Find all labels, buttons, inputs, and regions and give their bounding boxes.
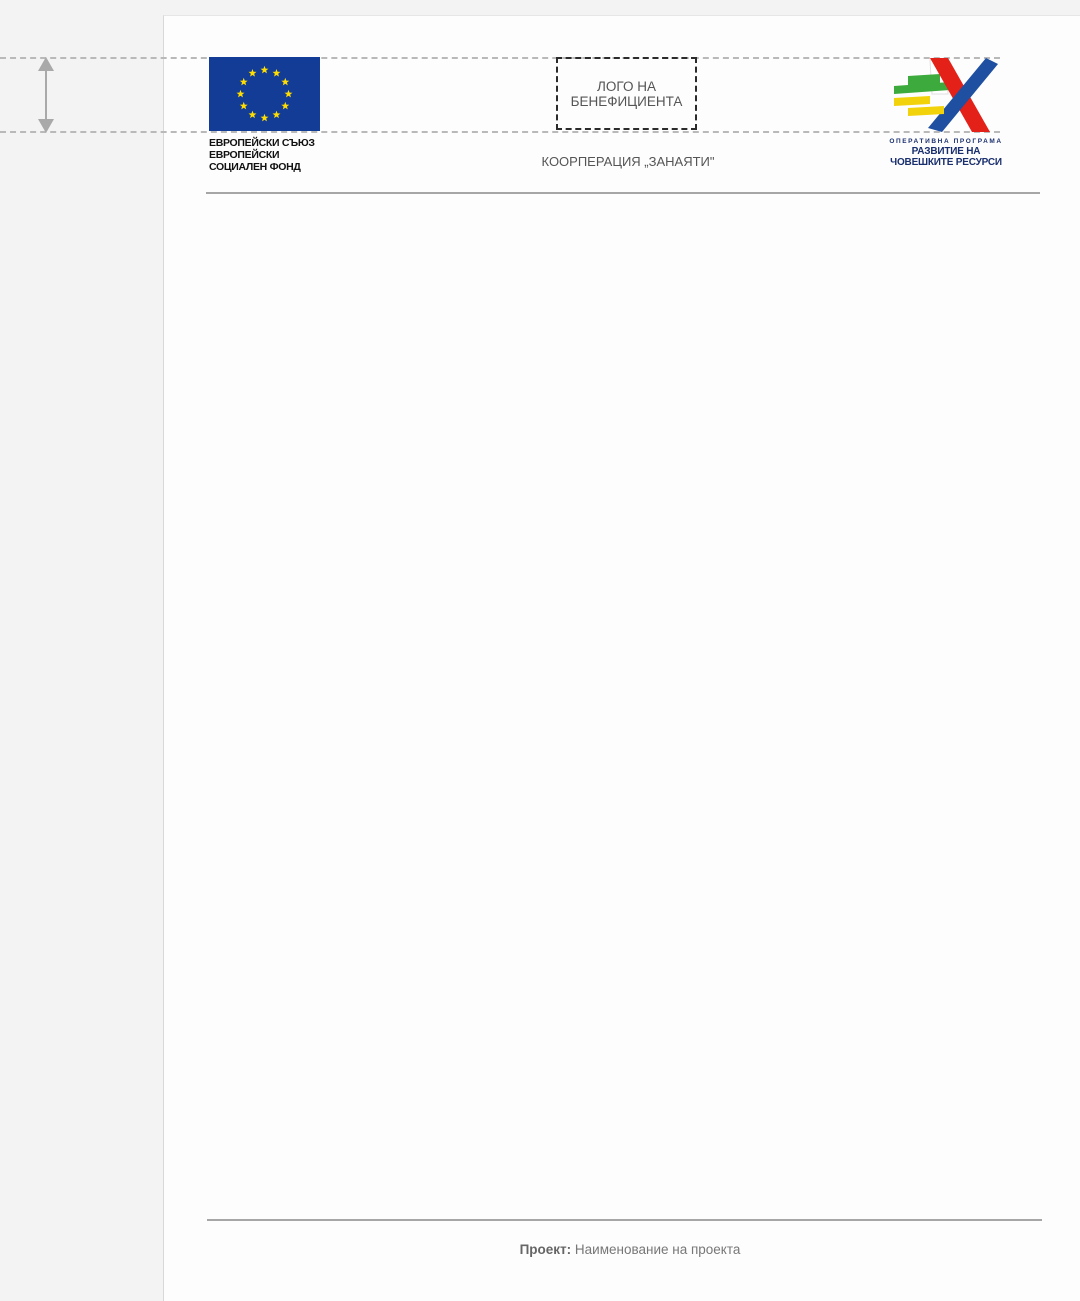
header-margin-guide-top	[0, 57, 1000, 59]
eu-flag-logo	[209, 57, 320, 131]
eu-label-line-3: СОЦИАЛЕН ФОНД	[209, 161, 301, 173]
beneficiary-logo-placeholder: ЛОГО НА БЕНЕФИЦИЕНТА	[556, 57, 697, 130]
programme-name-line-2: ЧОВЕШКИТЕ РЕСУРСИ	[890, 157, 1002, 168]
eu-star-icon	[281, 77, 290, 86]
header-divider	[206, 192, 1040, 194]
programme-name-line-1: РАЗВИТИЕ НА	[911, 146, 981, 157]
header-margin-guide-bottom	[0, 131, 1000, 133]
dimension-arrow-icon	[38, 57, 54, 133]
eu-star-icon	[284, 89, 293, 98]
document-canvas: ЕВРОПЕЙСКИ СЪЮЗ ЕВРОПЕЙСКИ СОЦИАЛЕН ФОНД…	[0, 0, 1080, 1301]
eu-star-icon	[272, 110, 281, 119]
footer-divider	[207, 1219, 1042, 1221]
footer-project-value: Наименование на проекта	[574, 1242, 741, 1257]
operational-programme-logo-icon	[894, 58, 998, 132]
beneficiary-placeholder-line-2: БЕНЕФИЦИЕНТА	[570, 93, 683, 109]
eu-label-line-2: ЕВРОПЕЙСКИ	[209, 149, 280, 161]
footer-project-label: Проект:	[519, 1242, 572, 1257]
eu-star-icon	[272, 69, 281, 77]
beneficiary-placeholder-line-1: ЛОГО НА	[597, 78, 656, 94]
operational-programme-label: ОПЕРАТИВНА ПРОГРАМА РАЗВИТИЕ НА ЧОВЕШКИТ…	[878, 138, 1014, 168]
eu-fund-label: ЕВРОПЕЙСКИ СЪЮЗ ЕВРОПЕЙСКИ СОЦИАЛЕН ФОНД	[209, 137, 349, 173]
eu-star-icon	[260, 65, 269, 74]
eu-stars-icon	[236, 65, 293, 122]
eu-star-icon	[236, 89, 245, 98]
eu-star-icon	[260, 113, 269, 122]
eu-star-icon	[248, 69, 257, 77]
eu-star-icon	[239, 77, 248, 86]
organization-name: КООРПЕРАЦИЯ „ЗАНАЯТИ"	[541, 154, 715, 169]
programme-small-label: ОПЕРАТИВНА ПРОГРАМА	[889, 138, 1003, 145]
eu-label-line-1: ЕВРОПЕЙСКИ СЪЮЗ	[209, 137, 315, 149]
eu-star-icon	[239, 101, 248, 110]
footer-project-line: Проект: Наименование на проекта	[420, 1242, 840, 1257]
eu-star-icon	[281, 101, 290, 110]
eu-star-icon	[248, 110, 257, 119]
letterhead-page	[163, 15, 1080, 1301]
